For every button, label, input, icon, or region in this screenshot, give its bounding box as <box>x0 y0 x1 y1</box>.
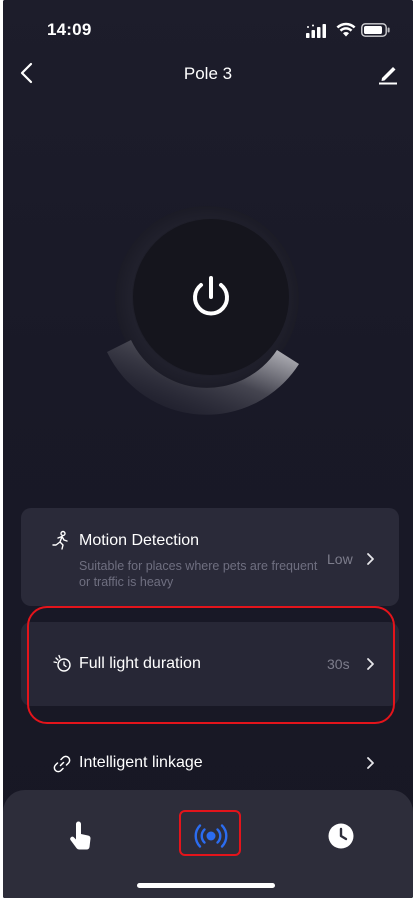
full-light-duration-highlight <box>27 606 395 724</box>
bottom-tab-bar <box>3 790 413 898</box>
running-person-icon <box>52 530 68 550</box>
app-screen: 14:09 Pole 3 Motion Detection Suitable f… <box>3 0 413 898</box>
link-icon <box>53 755 71 773</box>
motion-detection-title: Motion Detection <box>79 532 200 549</box>
motion-detection-row[interactable]: Motion Detection Suitable for places whe… <box>21 508 399 606</box>
pencil-icon <box>379 67 397 85</box>
tab-schedule[interactable] <box>321 816 361 856</box>
hand-tap-icon <box>70 821 91 850</box>
status-time: 14:09 <box>47 20 92 39</box>
motion-detection-description: Suitable for places where pets are frequ… <box>79 559 318 589</box>
intelligent-linkage-row[interactable]: Intelligent linkage <box>21 744 399 784</box>
tab-manual-control[interactable] <box>61 816 101 856</box>
chevron-right-icon <box>367 553 374 565</box>
motion-detection-value: Low <box>327 551 353 567</box>
intelligent-linkage-title: Intelligent linkage <box>79 754 203 771</box>
power-button[interactable] <box>133 219 289 375</box>
edit-button[interactable] <box>375 60 401 86</box>
clock-icon <box>328 823 354 849</box>
power-icon <box>193 276 229 316</box>
navigation-bar: Pole 3 <box>3 52 413 96</box>
page-title: Pole 3 <box>183 64 233 83</box>
battery-icon <box>361 23 390 37</box>
home-indicator <box>137 883 275 888</box>
status-bar: 14:09 <box>3 0 413 52</box>
sensor-tab-highlight <box>179 810 241 856</box>
cellular-signal-icon <box>306 24 326 38</box>
chevron-right-icon <box>367 757 374 769</box>
wifi-icon <box>336 22 356 37</box>
